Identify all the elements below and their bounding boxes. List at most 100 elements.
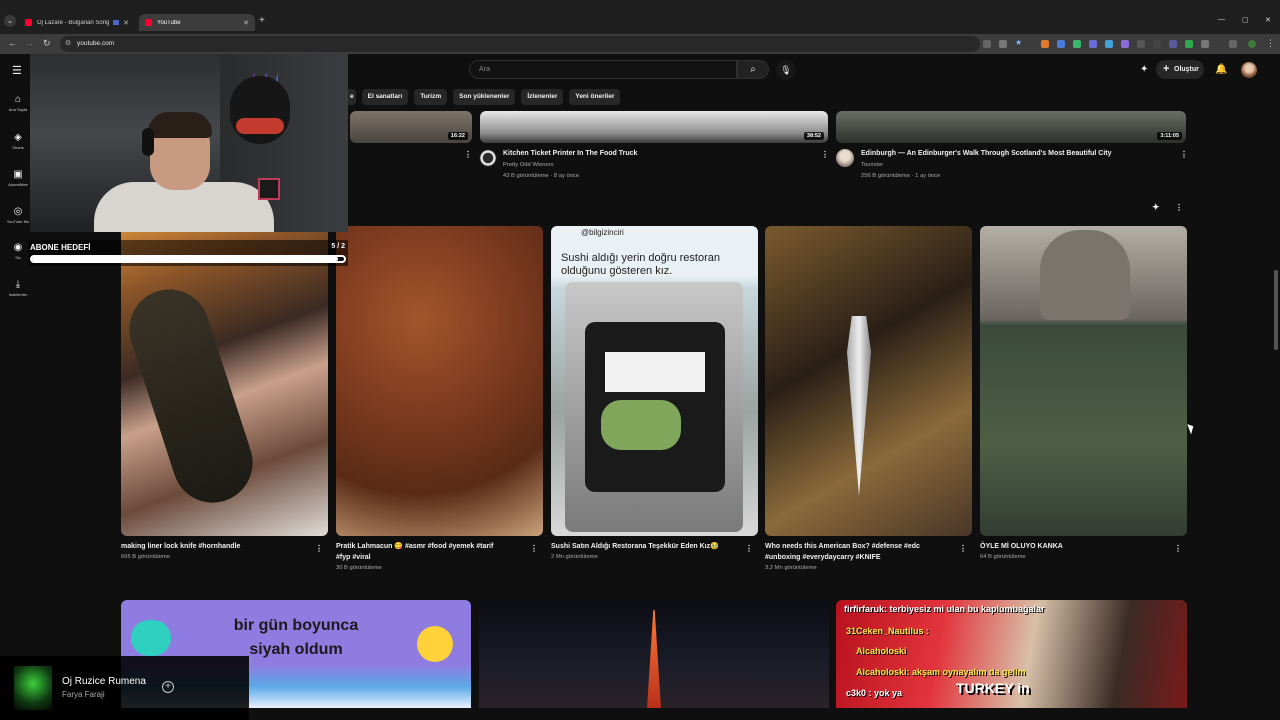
short-title[interactable]: ÖYLE Mİ OLUYO KANKA [980,541,1063,552]
sidebar-item-downloads[interactable]: ⤓ İndirilenler [0,279,36,297]
short-more-actions-icon[interactable]: ⋮ [1174,544,1182,553]
short-title[interactable]: Pratik Lahmacun 😋 #asmr #food #yemek #ta… [336,541,493,552]
chat-line: 31Ceken_Nautilus : [846,626,930,636]
notifications-bell-icon[interactable]: 🔔 [1215,64,1227,75]
browser-menu-icon[interactable]: ⋮ [1266,38,1275,49]
shorts-shelf-sparkle-icon[interactable]: ✦ [1152,202,1160,213]
shorts-shelf-more-icon[interactable]: ⋮ [1175,203,1183,212]
chip-partial[interactable]: e [348,89,356,105]
translate-icon[interactable] [999,40,1007,48]
search-input[interactable]: Ara [469,60,737,79]
tab-title: YouTube [157,19,181,26]
search-placeholder: Ara [479,66,490,73]
short-more-actions-icon[interactable]: ⋮ [959,544,967,553]
video-title[interactable]: Edinburgh — An Edinburger's Walk Through… [861,150,1112,157]
video-thumbnail[interactable]: 3:11:05 [836,111,1186,143]
create-label: Oluştur [1174,66,1199,73]
hamburger-menu-icon[interactable]: ☰ [12,64,22,77]
extensions-puzzle-icon[interactable] [1201,40,1209,48]
cast-icon[interactable] [983,40,991,48]
tab-search-button[interactable]: ⌄ [4,15,16,27]
extension-icon[interactable] [1121,40,1129,48]
video-more-actions-icon[interactable]: ⋮ [1180,150,1188,159]
extension-icon[interactable] [1105,40,1113,48]
short-more-actions-icon[interactable]: ⋮ [530,544,538,553]
chip-crafts[interactable]: El sanatları [361,89,409,105]
close-tab-icon[interactable]: ✕ [243,19,249,27]
extension-icon[interactable] [1153,40,1161,48]
short-title[interactable]: Who needs this American Box? #defense #e… [765,541,920,552]
now-playing-artist: Farya Faraji [62,690,105,699]
short-thumbnail[interactable] [336,226,543,536]
maximize-icon[interactable]: ▢ [1242,16,1249,24]
short-views: 64 B görüntüleme [980,554,1026,560]
minimize-icon[interactable]: — [1218,16,1225,23]
channel-avatar[interactable] [836,149,854,167]
short-more-actions-icon[interactable]: ⋮ [745,544,753,553]
reload-icon[interactable]: ↻ [43,38,51,49]
url-text: youtube.com [77,40,115,47]
extension-icon[interactable] [1169,40,1177,48]
window-close-icon[interactable]: ✕ [1265,16,1271,24]
channel-name[interactable]: Pretty Odd Wieners [503,162,554,168]
extension-icon[interactable] [1041,40,1049,48]
extension-icon[interactable] [1089,40,1097,48]
account-avatar[interactable] [1241,62,1257,78]
browser-tab-bar: ⌄ Oj Lazare - Bulgarian Song ✕ YouTube ✕… [0,0,1280,34]
chat-line: firfirfaruk: terbiyesiz mi ulan bu kaplu… [844,604,1045,614]
tokyo-tower-shape [647,610,661,708]
extension-icon[interactable] [1057,40,1065,48]
youtube-favicon-icon [145,19,152,26]
video-more-actions-icon[interactable]: ⋮ [821,150,829,159]
chat-line: Alcaholoski: akşam oynayalım da gelim [856,667,1026,677]
short-title[interactable]: making liner lock knife #hornhandle [121,541,240,552]
short-thumbnail[interactable] [980,226,1187,536]
voice-search-button[interactable]: 🎙 [776,60,796,80]
chip-new-to-you[interactable]: Yeni öneriler [569,89,621,105]
video-title[interactable]: Kitchen Ticket Printer In The Food Truck [503,150,637,157]
mouse-cursor-icon [1187,422,1196,435]
short-thumbnail[interactable] [121,226,328,536]
back-icon[interactable]: ← [8,38,17,48]
add-to-library-icon[interactable]: + [162,681,174,693]
channel-avatar[interactable] [479,149,497,167]
short-title-line-2[interactable]: #fyp #viral [336,552,371,563]
extension-icon[interactable] [1137,40,1145,48]
bookmark-star-icon[interactable]: ★ [1015,38,1023,47]
create-button[interactable]: + Oluştur [1156,60,1204,79]
now-playing-widget: Oj Ruzice Rumena Farya Faraji + [0,656,249,720]
short-title[interactable]: Sushi Satın Aldığı Restorana Teşekkür Ed… [551,541,719,552]
short-title-line-2[interactable]: #unboxing #everydaycarry #KNIFE [765,552,881,563]
extension-icon[interactable] [1073,40,1081,48]
goal-title: ABONE HEDEFİ [30,243,91,252]
search-button[interactable]: ⌕ [737,60,769,79]
tab-bulgarian-song[interactable]: Oj Lazare - Bulgarian Song ✕ [19,14,135,31]
video-thumbnail[interactable]: 16:22 [350,111,472,143]
short-thumbnail[interactable]: @bilgizinciri Sushi aldığı yerin doğru r… [551,226,758,536]
video-more-actions-icon[interactable]: ⋮ [464,150,472,159]
page-scrollbar-thumb[interactable] [1274,270,1278,350]
address-bar[interactable]: ⚙ youtube.com [60,36,980,52]
album-art [14,666,52,710]
short-thumbnail[interactable] [765,226,972,536]
goal-count: 5 / 2 [331,243,345,250]
video-thumbnail[interactable]: 38:52 [480,111,828,143]
tab-youtube[interactable]: YouTube ✕ [139,14,255,31]
extension-icon[interactable] [1185,40,1193,48]
short-views: 2 Mn görüntüleme [551,554,598,560]
short-views: 665 B görüntüleme [121,554,170,560]
new-tab-button[interactable]: + [259,15,265,26]
site-info-icon[interactable]: ⚙ [65,39,71,47]
video-thumbnail[interactable]: firfirfaruk: terbiyesiz mi ulan bu kaplu… [836,600,1187,708]
profile-icon[interactable] [1248,40,1256,48]
forward-icon[interactable]: → [25,38,34,48]
short-more-actions-icon[interactable]: ⋮ [315,544,323,553]
chip-watched[interactable]: İzlenenler [521,89,564,105]
chip-recently-uploaded[interactable]: Son yüklenenler [453,89,516,105]
close-tab-icon[interactable]: ✕ [123,19,129,27]
reading-list-icon[interactable] [1229,40,1237,48]
chip-tourism[interactable]: Turizm [414,89,448,105]
channel-name[interactable]: Tourister [861,162,883,168]
video-thumbnail[interactable] [479,600,829,708]
gemini-sparkle-icon[interactable]: ✦ [1140,64,1148,75]
